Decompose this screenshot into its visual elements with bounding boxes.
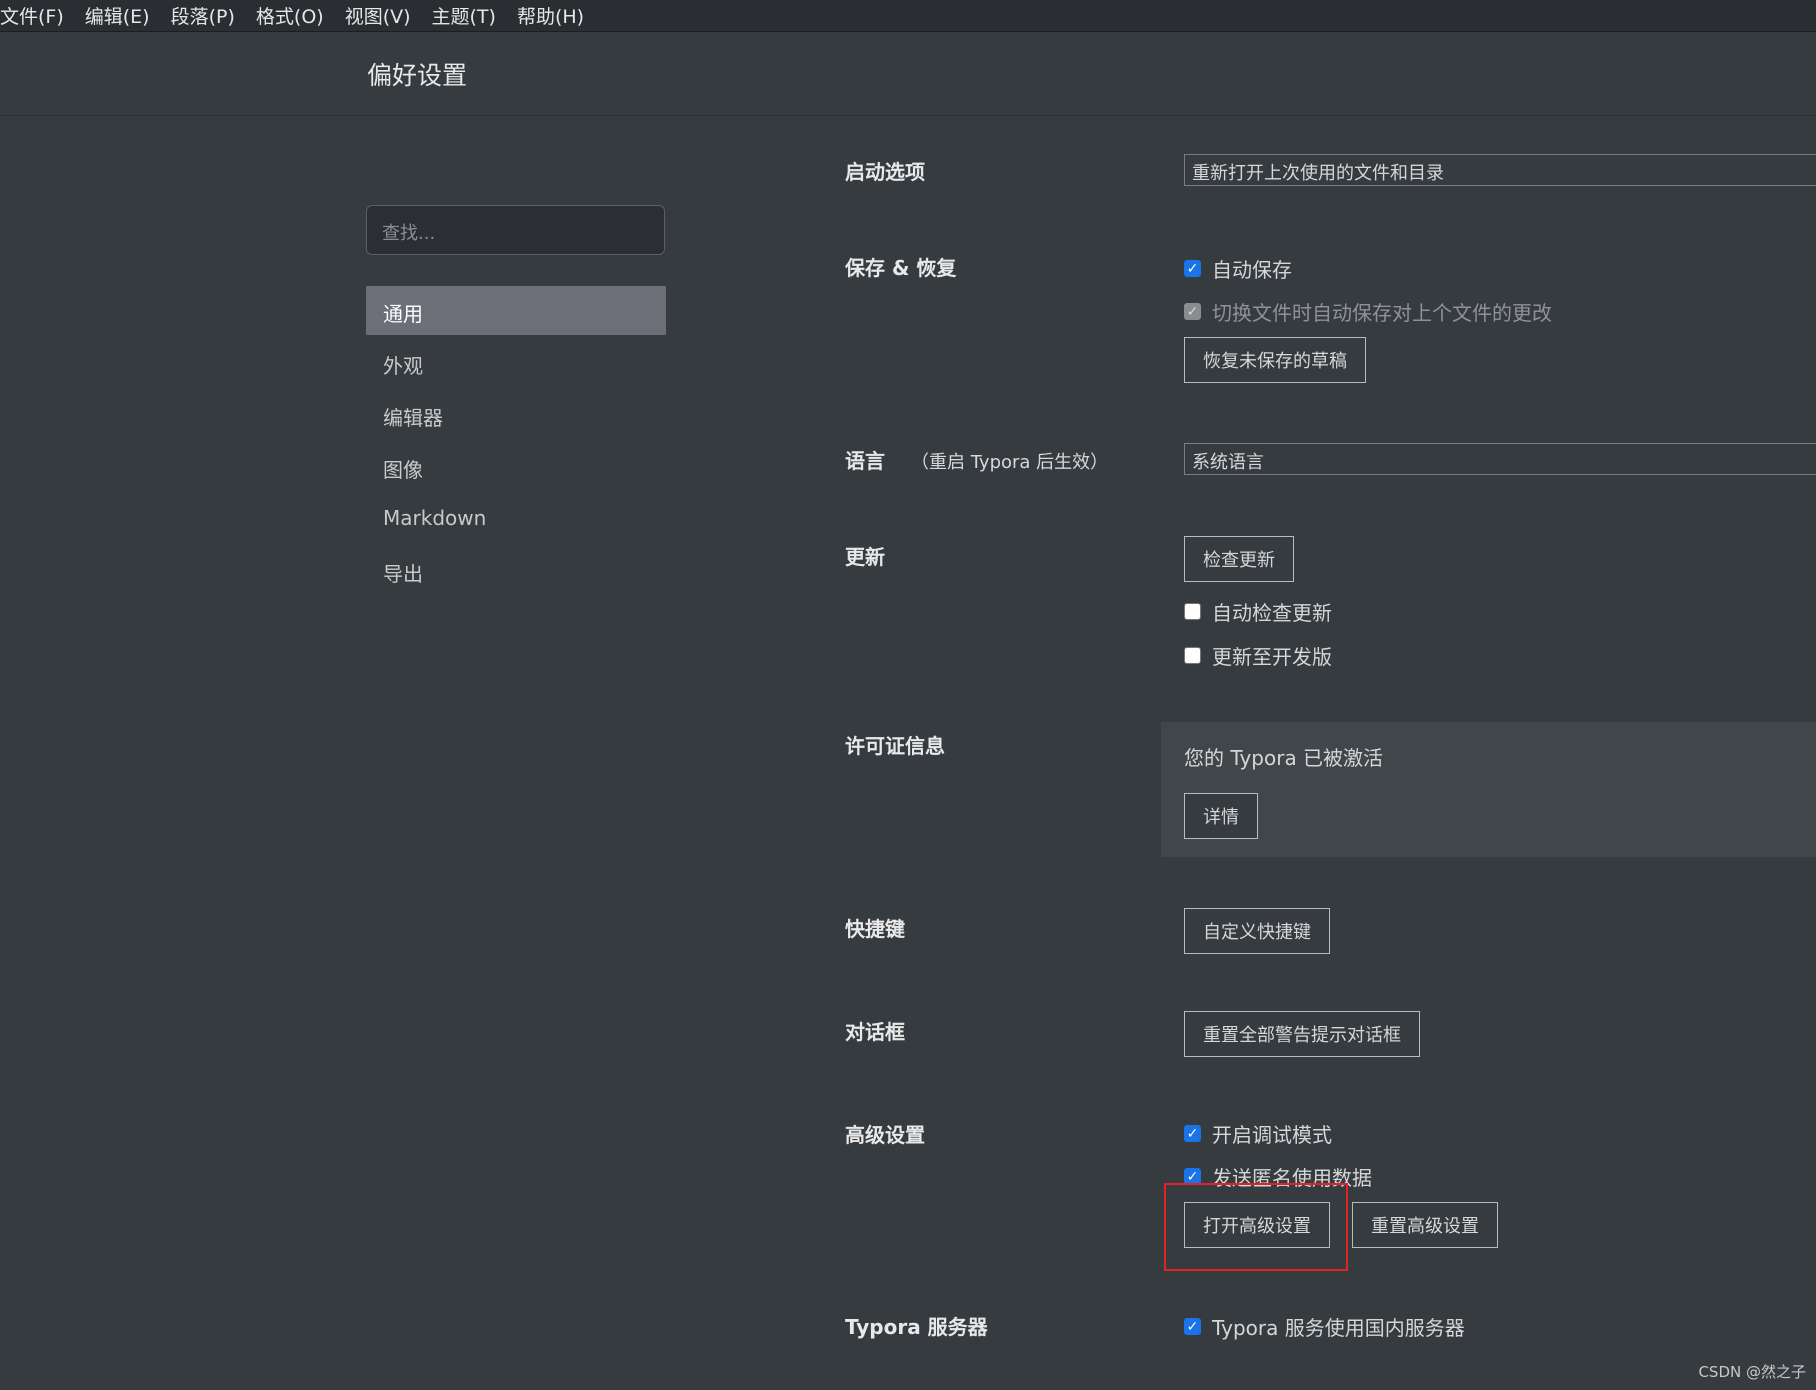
reset-advanced-settings-button[interactable]: 重置高级设置 — [1352, 1202, 1498, 1248]
custom-shortcuts-button[interactable]: 自定义快捷键 — [1184, 908, 1330, 954]
menu-view[interactable]: 视图(V) — [345, 2, 411, 29]
autosave-label: 自动保存 — [1212, 258, 1292, 282]
auto-check-update-label: 自动检查更新 — [1212, 601, 1332, 625]
startup-select[interactable]: 重新打开上次使用的文件和目录 — [1184, 154, 1816, 186]
update-label: 更新 — [845, 545, 885, 569]
menu-paragraph[interactable]: 段落(P) — [171, 2, 235, 29]
sidebar-nav: 通用 外观 编辑器 图像 Markdown 导出 — [366, 286, 666, 598]
domestic-server-checkbox[interactable]: ✓ Typora 服务使用国内服务器 — [1184, 1312, 1465, 1341]
highlight-annotation-box — [1164, 1183, 1348, 1271]
language-label-text: 语言 — [845, 449, 885, 473]
server-label: Typora 服务器 — [845, 1315, 988, 1339]
license-status: 您的 Typora 已被激活 — [1184, 746, 1384, 770]
dialogs-label: 对话框 — [845, 1020, 905, 1044]
check-update-button[interactable]: 检查更新 — [1184, 536, 1294, 582]
advanced-label: 高级设置 — [845, 1123, 925, 1147]
shortcuts-label: 快捷键 — [845, 917, 905, 941]
menu-file[interactable]: 文件(F) — [0, 2, 64, 29]
checkbox-checked-disabled-icon: ✓ — [1184, 303, 1201, 320]
dev-channel-checkbox[interactable]: 更新至开发版 — [1184, 641, 1332, 670]
sidebar-item-general[interactable]: 通用 — [366, 286, 666, 335]
language-label: 语言 （重启 Typora 后生效） — [845, 445, 1108, 474]
reset-dialogs-button[interactable]: 重置全部警告提示对话框 — [1184, 1011, 1420, 1057]
debug-mode-label: 开启调试模式 — [1212, 1123, 1332, 1147]
sidebar-item-markdown[interactable]: Markdown — [366, 494, 666, 543]
autosave-on-switch-label: 切换文件时自动保存对上个文件的更改 — [1212, 301, 1552, 325]
sidebar-item-appearance[interactable]: 外观 — [366, 338, 666, 387]
language-select[interactable]: 系统语言 — [1184, 443, 1816, 475]
debug-mode-checkbox[interactable]: ✓ 开启调试模式 — [1184, 1119, 1332, 1148]
dev-channel-label: 更新至开发版 — [1212, 645, 1332, 669]
checkbox-checked-icon: ✓ — [1184, 1318, 1201, 1335]
save-restore-label: 保存 & 恢复 — [845, 256, 957, 280]
sidebar-item-editor[interactable]: 编辑器 — [366, 390, 666, 439]
sidebar-item-image[interactable]: 图像 — [366, 442, 666, 491]
search-input[interactable]: 查找... — [366, 205, 665, 255]
license-label: 许可证信息 — [845, 734, 945, 758]
checkbox-checked-icon: ✓ — [1184, 260, 1201, 277]
checkbox-unchecked-icon — [1184, 647, 1201, 664]
startup-label: 启动选项 — [845, 160, 925, 184]
menu-theme[interactable]: 主题(T) — [432, 2, 496, 29]
checkbox-checked-icon: ✓ — [1184, 1125, 1201, 1142]
watermark: CSDN @然之子 — [1698, 1363, 1806, 1381]
preferences-header: 偏好设置 — [0, 32, 1816, 116]
menu-edit[interactable]: 编辑(E) — [85, 2, 150, 29]
autosave-on-switch-checkbox[interactable]: ✓ 切换文件时自动保存对上个文件的更改 — [1184, 297, 1552, 326]
language-note: （重启 Typora 后生效） — [911, 452, 1109, 473]
menu-help[interactable]: 帮助(H) — [517, 2, 584, 29]
license-details-button[interactable]: 详情 — [1184, 793, 1258, 839]
menu-bar: 文件(F) 编辑(E) 段落(P) 格式(O) 视图(V) 主题(T) 帮助(H… — [0, 0, 1816, 32]
auto-check-update-checkbox[interactable]: 自动检查更新 — [1184, 597, 1332, 626]
page-title: 偏好设置 — [367, 61, 468, 90]
domestic-server-label: Typora 服务使用国内服务器 — [1212, 1316, 1465, 1340]
autosave-checkbox[interactable]: ✓ 自动保存 — [1184, 254, 1292, 283]
restore-drafts-button[interactable]: 恢复未保存的草稿 — [1184, 337, 1366, 383]
checkbox-unchecked-icon — [1184, 603, 1201, 620]
sidebar-item-export[interactable]: 导出 — [366, 546, 666, 595]
menu-format[interactable]: 格式(O) — [256, 2, 324, 29]
